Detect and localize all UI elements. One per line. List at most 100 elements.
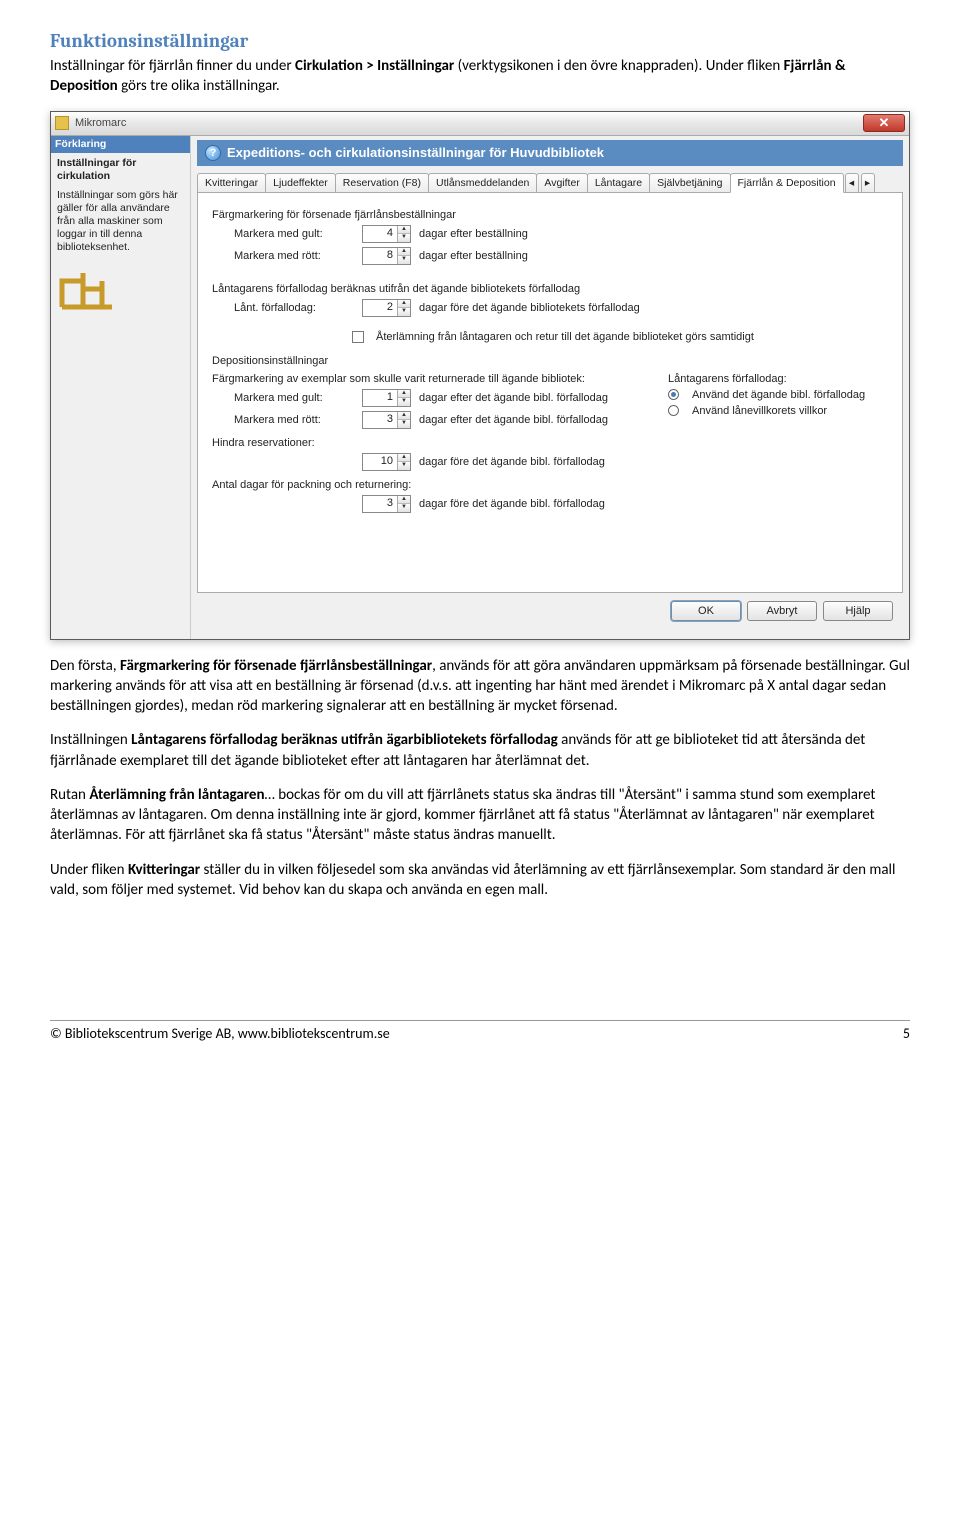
suffix-label: dagar före det ägande bibl. förfallodag xyxy=(419,456,605,468)
dialog-main: ? Expeditions- och cirkulationsinställni… xyxy=(191,136,909,639)
window-title: Mikromarc xyxy=(75,117,863,129)
tab-scroll-right[interactable]: ▸ xyxy=(861,173,875,192)
section-heading: Funktionsinställningar xyxy=(50,30,910,52)
help-button[interactable]: Hjälp xyxy=(823,601,893,621)
suffix-label: dagar efter det ägande bibl. förfallodag xyxy=(419,414,608,426)
chevron-down-icon[interactable]: ▼ xyxy=(398,462,410,470)
close-button[interactable]: ✕ xyxy=(863,114,905,132)
input-dep-red[interactable]: 3 ▲▼ xyxy=(362,411,411,429)
page-footer: © Bibliotekscentrum Sverige AB, www.bibl… xyxy=(50,1020,910,1042)
dialog-title: ? Expeditions- och cirkulationsinställni… xyxy=(197,140,903,166)
suffix-label: dagar efter beställning xyxy=(419,250,528,262)
text-bold: Färgmarkering för försenade fjärrlånsbes… xyxy=(120,657,432,675)
chevron-up-icon[interactable]: ▲ xyxy=(398,412,410,420)
input-block-reservations[interactable]: 10 ▲▼ xyxy=(362,453,411,471)
tab-kvitteringar[interactable]: Kvitteringar xyxy=(197,173,266,192)
spinner[interactable]: ▲▼ xyxy=(397,454,410,470)
cancel-button[interactable]: Avbryt xyxy=(747,601,817,621)
input-red-days[interactable]: 8 ▲▼ xyxy=(362,247,411,265)
chevron-down-icon[interactable]: ▼ xyxy=(398,504,410,512)
tab-sjalvbetjaning[interactable]: Självbetjäning xyxy=(649,173,730,192)
tab-lantagare[interactable]: Låntagare xyxy=(587,173,650,192)
text-bold: Cirkulation > Inställningar xyxy=(295,57,454,75)
spinner[interactable]: ▲▼ xyxy=(397,390,410,406)
spinner[interactable]: ▲▼ xyxy=(397,496,410,512)
sidebar-subheader: Inställningar för cirkulation xyxy=(57,157,184,183)
suffix-label: dagar efter det ägande bibl. förfallodag xyxy=(419,392,608,404)
body-paragraph: Den första, Färgmarkering för försenade … xyxy=(50,656,910,717)
input-yellow-days[interactable]: 4 ▲▼ xyxy=(362,225,411,243)
value: 4 xyxy=(363,226,397,242)
tab-avgifter[interactable]: Avgifter xyxy=(536,173,587,192)
value: 3 xyxy=(363,496,397,512)
spinner[interactable]: ▲▼ xyxy=(397,226,410,242)
text: Inställningen xyxy=(50,731,131,749)
section-due-calc: Låntagarens förfallodag beräknas utifrån… xyxy=(212,283,888,295)
text: Rutan xyxy=(50,786,89,804)
help-icon: ? xyxy=(205,145,221,161)
input-borrower-due[interactable]: 2 ▲▼ xyxy=(362,299,411,317)
chevron-down-icon[interactable]: ▼ xyxy=(398,420,410,428)
text: (verktygsikonen i den övre knappraden). … xyxy=(454,57,783,75)
chevron-up-icon[interactable]: ▲ xyxy=(398,496,410,504)
text: Under fliken xyxy=(50,861,128,879)
tab-bar: Kvitteringar Ljudeffekter Reservation (F… xyxy=(197,172,903,193)
suffix-label: dagar före det ägande bibliotekets förfa… xyxy=(419,302,640,314)
chevron-down-icon[interactable]: ▼ xyxy=(398,256,410,264)
text: görs tre olika inställningar. xyxy=(118,77,280,95)
decorative-glyph-icon xyxy=(57,267,117,311)
checkbox-return-same-time[interactable] xyxy=(352,331,364,343)
tab-ljudeffekter[interactable]: Ljudeffekter xyxy=(265,173,336,192)
value: 1 xyxy=(363,390,397,406)
section-color-marking-orders: Färgmarkering för försenade fjärrlånsbes… xyxy=(212,209,888,221)
spinner[interactable]: ▲▼ xyxy=(397,300,410,316)
chevron-up-icon[interactable]: ▲ xyxy=(398,454,410,462)
section-deposition: Depositionsinställningar xyxy=(212,355,888,367)
label-mark-yellow: Markera med gult: xyxy=(234,228,354,240)
body-paragraph: Inställningen Låntagarens förfallodag be… xyxy=(50,730,910,771)
app-window: Mikromarc ✕ Förklaring Inställningar för… xyxy=(50,111,910,640)
label-mark-red: Markera med rött: xyxy=(234,414,354,426)
body-paragraph: Rutan Återlämning från låntagaren… bocka… xyxy=(50,785,910,846)
text-bold: Återlämning från låntagaren xyxy=(89,786,264,804)
intro-paragraph: Inställningar för fjärrlån finner du und… xyxy=(50,56,910,97)
suffix-label: dagar före det ägande bibl. förfallodag xyxy=(419,498,605,510)
dialog-title-text: Expeditions- och cirkulationsinställning… xyxy=(227,145,604,160)
chevron-down-icon[interactable]: ▼ xyxy=(398,234,410,242)
settings-panel: Färgmarkering för försenade fjärrlånsbes… xyxy=(197,193,903,593)
page-number: 5 xyxy=(903,1025,910,1042)
value: 8 xyxy=(363,248,397,264)
tab-scroll-left[interactable]: ◂ xyxy=(845,173,859,192)
sidebar-header: Förklaring xyxy=(51,136,190,153)
input-packing-days[interactable]: 3 ▲▼ xyxy=(362,495,411,513)
text-bold: Låntagarens förfallodag beräknas utifrån… xyxy=(131,731,558,749)
ok-button[interactable]: OK xyxy=(671,601,741,621)
label-dep-colormark: Färgmarkering av exemplar som skulle var… xyxy=(212,373,608,385)
chevron-down-icon[interactable]: ▼ xyxy=(398,308,410,316)
chevron-down-icon[interactable]: ▼ xyxy=(398,398,410,406)
text-bold: Kvitteringar xyxy=(128,861,200,879)
label-mark-red: Markera med rött: xyxy=(234,250,354,262)
sidebar-description: Inställningar som görs här gäller för al… xyxy=(57,189,184,255)
radio-use-owner-due[interactable] xyxy=(668,389,679,400)
spinner[interactable]: ▲▼ xyxy=(397,248,410,264)
tab-utlansmeddelanden[interactable]: Utlånsmeddelanden xyxy=(428,173,537,192)
input-dep-yellow[interactable]: 1 ▲▼ xyxy=(362,389,411,407)
spinner[interactable]: ▲▼ xyxy=(397,412,410,428)
value: 10 xyxy=(363,454,397,470)
chevron-up-icon[interactable]: ▲ xyxy=(398,248,410,256)
text: Inställningar för fjärrlån finner du und… xyxy=(50,57,295,75)
chevron-up-icon[interactable]: ▲ xyxy=(398,390,410,398)
radio-use-loan-terms[interactable] xyxy=(668,405,679,416)
body-paragraph: Under fliken Kvitteringar ställer du in … xyxy=(50,860,910,901)
label-borrower-due: Lånt. förfallodag: xyxy=(234,302,354,314)
tab-reservation[interactable]: Reservation (F8) xyxy=(335,173,429,192)
chevron-up-icon[interactable]: ▲ xyxy=(398,226,410,234)
app-icon xyxy=(55,116,69,130)
checkbox-label: Återlämning från låntagaren och retur ti… xyxy=(376,331,754,343)
value: 2 xyxy=(363,300,397,316)
chevron-up-icon[interactable]: ▲ xyxy=(398,300,410,308)
tab-fjarrlan-deposition[interactable]: Fjärrlån & Deposition xyxy=(730,173,844,193)
value: 3 xyxy=(363,412,397,428)
label-packing-days: Antal dagar för packning och returnering… xyxy=(212,479,411,491)
